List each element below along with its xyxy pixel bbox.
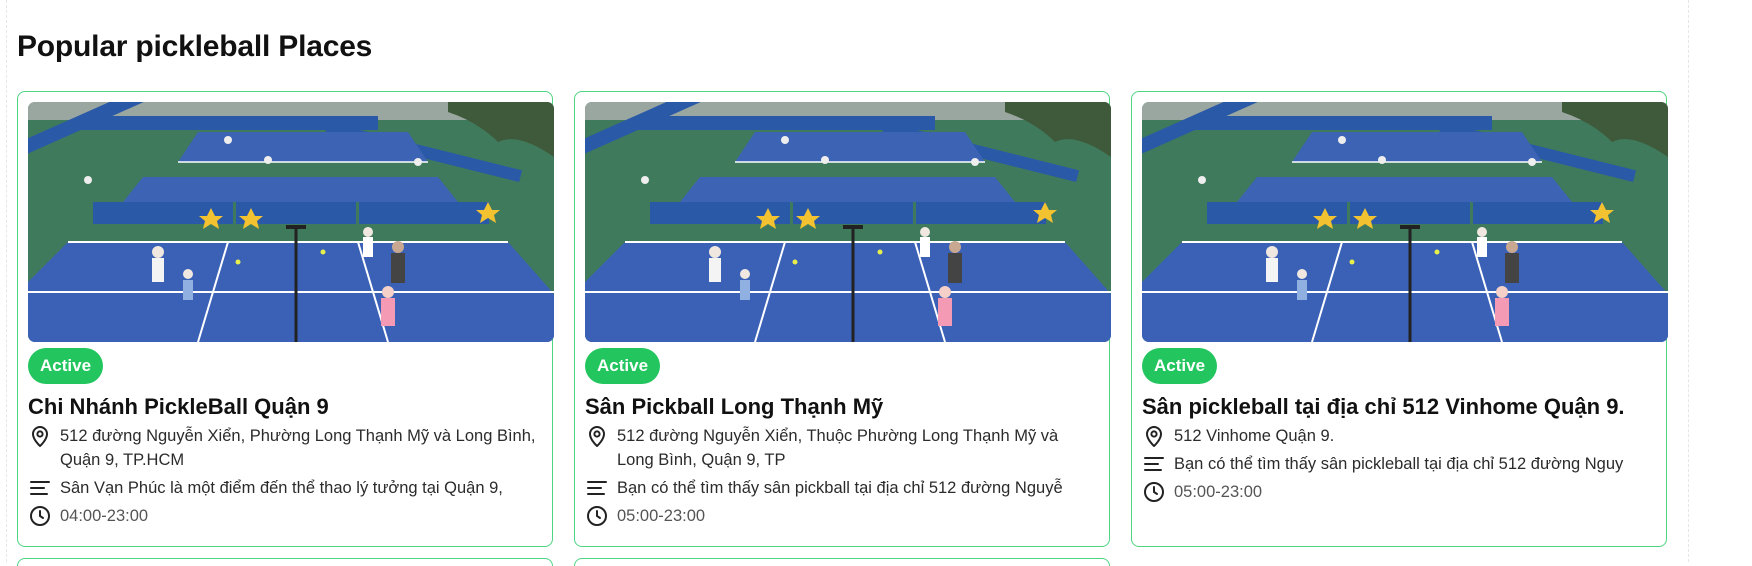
section-title: Popular pickleball Places — [17, 30, 373, 63]
description-row: Bạn có thể tìm thấy sân pickleball tại đ… — [1142, 452, 1656, 476]
place-description: Sân Vạn Phúc là một điểm đến thể thao lý… — [60, 479, 503, 497]
status-badge: Active — [1142, 348, 1218, 384]
page-right-border — [1688, 0, 1689, 562]
hours-row: 05:00-23:00 — [1142, 480, 1656, 504]
address-row: 512 đường Nguyễn Xiển, Thuộc Phường Long… — [585, 424, 1099, 472]
text-lines-icon — [1142, 452, 1166, 476]
address-row: 512 Vinhome Quận 9. — [1142, 424, 1656, 448]
status-badge: Active — [28, 348, 104, 384]
place-description: Bạn có thể tìm thấy sân pickleball tại đ… — [1174, 455, 1624, 473]
place-address: 512 đường Nguyễn Xiển, Phường Long Thạnh… — [60, 427, 536, 469]
address-row: 512 đường Nguyễn Xiển, Phường Long Thạnh… — [28, 424, 542, 472]
clock-icon — [1142, 480, 1166, 504]
places-card-list: Active Chi Nhánh PickleBall Quận 9 512 đ… — [17, 91, 1668, 547]
description-row: Bạn có thể tìm thấy sân pickball tại địa… — [585, 476, 1099, 500]
place-address: 512 đường Nguyễn Xiển, Thuộc Phường Long… — [617, 427, 1059, 469]
court-photo — [1142, 102, 1668, 342]
hours-row: 04:00-23:00 — [28, 504, 542, 528]
place-description: Bạn có thể tìm thấy sân pickball tại địa… — [617, 479, 1063, 497]
clock-icon — [585, 504, 609, 528]
map-pin-icon — [28, 424, 52, 448]
opening-hours: 04:00-23:00 — [60, 507, 149, 525]
place-name[interactable]: Sân pickleball tại địa chỉ 512 Vinhome Q… — [1142, 394, 1656, 420]
hours-row: 05:00-23:00 — [585, 504, 1099, 528]
opening-hours: 05:00-23:00 — [617, 507, 706, 525]
place-card[interactable]: Active Chi Nhánh PickleBall Quận 9 512 đ… — [17, 91, 554, 547]
court-photo — [28, 102, 554, 342]
next-row-card-edge — [574, 558, 1110, 566]
text-lines-icon — [28, 476, 52, 500]
status-badge: Active — [585, 348, 661, 384]
opening-hours: 05:00-23:00 — [1174, 483, 1263, 501]
map-pin-icon — [585, 424, 609, 448]
place-card[interactable]: Active Sân Pickball Long Thạnh Mỹ 512 đư… — [574, 91, 1111, 547]
place-card[interactable]: Active Sân pickleball tại địa chỉ 512 Vi… — [1131, 91, 1668, 547]
place-name[interactable]: Sân Pickball Long Thạnh Mỹ — [585, 394, 1099, 420]
text-lines-icon — [585, 476, 609, 500]
place-address: 512 Vinhome Quận 9. — [1174, 427, 1335, 445]
next-row-card-edge — [17, 558, 553, 566]
description-row: Sân Vạn Phúc là một điểm đến thể thao lý… — [28, 476, 542, 500]
place-name[interactable]: Chi Nhánh PickleBall Quận 9 — [28, 394, 542, 420]
map-pin-icon — [1142, 424, 1166, 448]
court-photo — [585, 102, 1111, 342]
page-left-border — [6, 0, 7, 562]
clock-icon — [28, 504, 52, 528]
